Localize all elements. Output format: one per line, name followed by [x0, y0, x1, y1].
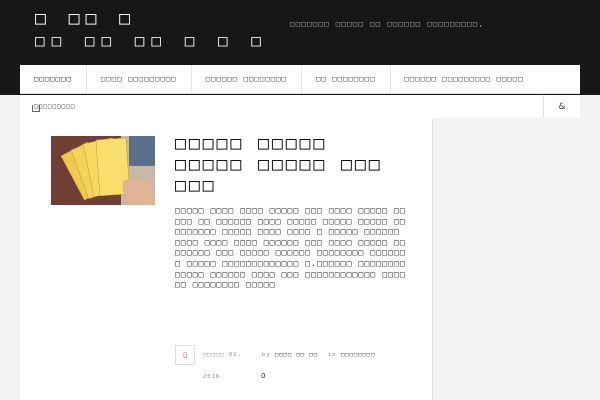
author-prefix: by [262, 352, 271, 358]
search-icon[interactable]: & [558, 102, 565, 112]
nav-item-1[interactable]: □□□□□□□ [20, 65, 86, 93]
breadcrumb[interactable]: □□□□□□□□□ [34, 103, 76, 110]
sidebar [433, 118, 580, 400]
author-link[interactable]: □□□□ □□ □□ [275, 352, 318, 358]
post-category-meta: in □□□□□□□□ [328, 352, 375, 358]
post-author-meta: by □□□□ □□ □□ [262, 352, 318, 358]
primary-navigation: □□□□□□□ □□□□ □□□□□□□□□ □□□□□□ □□□□□□□□ □… [20, 65, 580, 94]
comment-count-icon[interactable]: 0 [261, 372, 265, 380]
site-tagline: □□□□□□□ □□□□□ □□ □□□□□□ □□□□□□□□□, [290, 20, 485, 28]
nav-item-2[interactable]: □□□□ □□□□□□□□□ [85, 65, 191, 93]
ticket-image-icon [51, 136, 155, 205]
search-toggle-button[interactable]: & [543, 95, 580, 118]
category-link[interactable]: □□□□□□□□ [341, 352, 376, 358]
nav-item-3[interactable]: □□□□□□ □□□□□□□□ [190, 65, 301, 93]
post-year: 2016 [203, 374, 221, 380]
post-excerpt: □□□□□ □□□□ □□□□ □□□□□ □□□ □□□□ □□□□□ □□□… [175, 206, 406, 290]
site-title-line-1[interactable]: □ □□ □ [35, 10, 268, 28]
post-title[interactable]: □□□□□ □□□□□ □□□□□ □□□□□ □□□ □□□ [175, 133, 405, 196]
post-thumbnail[interactable] [51, 136, 155, 205]
post-format-icon: ▯ [183, 351, 187, 359]
site-title[interactable]: □ □□ □ □□ □□ □□ □ □ □ [35, 10, 268, 49]
post-format-button[interactable]: ▯ [175, 345, 195, 365]
nav-item-4[interactable]: □□ □□□□□□□□ [300, 65, 390, 93]
nav-item-5[interactable]: □□□□□□ □□□□□□□□□ □□□□□ [389, 65, 538, 93]
post-date: □□□□□ 01, [203, 352, 242, 358]
secondary-bar: □□□□□□□□□ & [20, 95, 580, 120]
category-prefix: in [328, 352, 337, 358]
site-title-line-2[interactable]: □□ □□ □□ □ □ □ [35, 33, 268, 49]
